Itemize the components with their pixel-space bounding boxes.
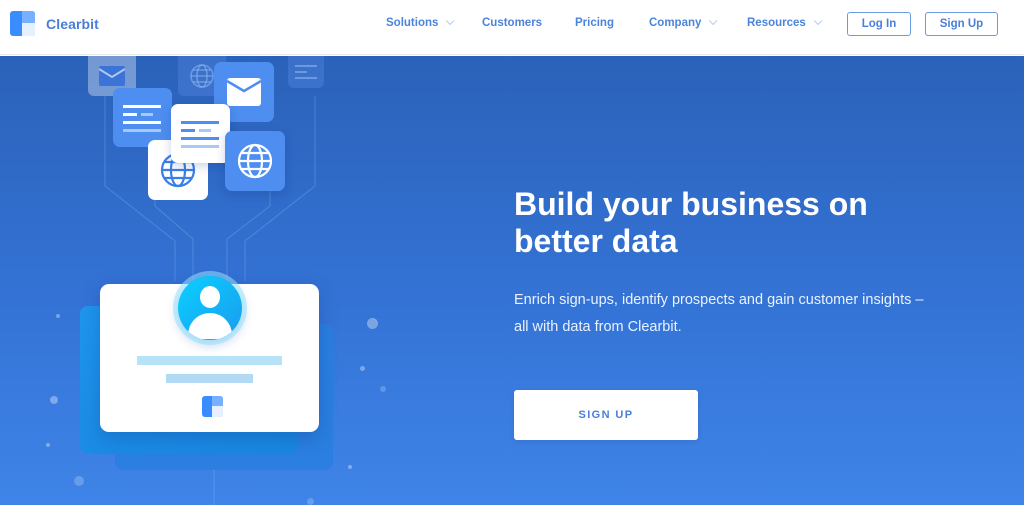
- profile-title-placeholder: [166, 374, 253, 383]
- decorative-dot: [74, 476, 84, 486]
- mail-icon: [227, 78, 261, 106]
- chevron-down-icon: [446, 16, 455, 26]
- chevron-down-icon: [709, 16, 718, 26]
- clearbit-logo-icon: [202, 396, 223, 417]
- hero-signup-button[interactable]: SIGN UP: [514, 390, 698, 440]
- nav-item-label: Solutions: [386, 17, 439, 29]
- decorative-dot: [56, 314, 60, 318]
- nav-item-solutions[interactable]: Solutions: [386, 16, 455, 29]
- nav-item-label: Pricing: [575, 17, 614, 29]
- mail-icon: [99, 66, 125, 86]
- brand-logo-link[interactable]: Clearbit: [10, 11, 99, 36]
- chevron-down-icon: [813, 16, 823, 26]
- decorative-dot: [46, 443, 50, 447]
- globe-tile: [225, 131, 285, 191]
- nav-item-customers[interactable]: Customers: [482, 17, 542, 29]
- hero-subtext: Enrich sign-ups, identify prospects and …: [514, 292, 924, 335]
- hero-illustration: [0, 56, 460, 505]
- decorative-dot: [348, 465, 352, 469]
- document-icon: [295, 65, 317, 79]
- document-icon: [180, 120, 219, 148]
- nav-item-resources[interactable]: Resources: [747, 16, 823, 29]
- document-tile: [288, 56, 324, 88]
- clearbit-logo-icon: [10, 11, 35, 36]
- nav-item-pricing[interactable]: Pricing: [575, 17, 614, 29]
- nav-item-label: Customers: [482, 17, 543, 29]
- globe-icon: [237, 143, 273, 179]
- signup-button[interactable]: Sign Up: [925, 12, 998, 36]
- decorative-dot: [380, 386, 386, 392]
- document-icon: [122, 104, 161, 132]
- globe-icon: [190, 64, 214, 88]
- decorative-dot: [50, 396, 58, 404]
- document-tile: [113, 88, 172, 147]
- profile-name-placeholder: [137, 356, 282, 365]
- user-avatar-icon: [178, 276, 242, 340]
- nav-item-company[interactable]: Company: [649, 16, 718, 29]
- hero-headline: Build your business on better data: [514, 186, 868, 259]
- nav-item-label: Resources: [747, 17, 806, 29]
- top-navigation-bar: Clearbit Solutions Customers Pricing Com…: [0, 0, 1024, 55]
- decorative-dot: [307, 498, 314, 505]
- decorative-dot: [367, 318, 378, 329]
- decorative-dot: [360, 366, 365, 371]
- login-button[interactable]: Log In: [847, 12, 911, 36]
- hero-section: Build your business on better data Enric…: [0, 56, 1024, 505]
- nav-item-label: Company: [649, 17, 702, 29]
- document-tile: [171, 104, 230, 163]
- brand-name: Clearbit: [46, 15, 99, 32]
